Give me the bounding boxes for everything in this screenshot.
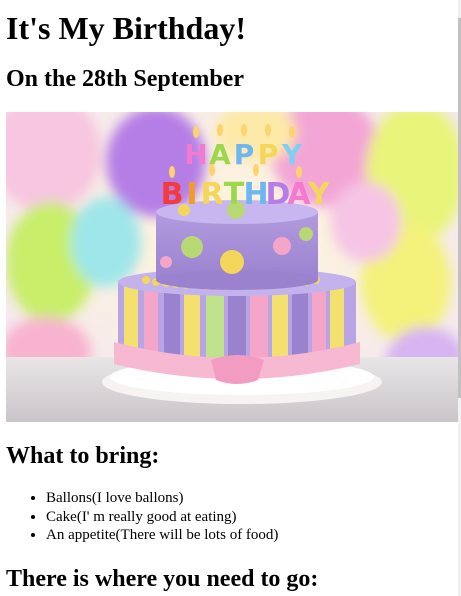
- date-heading: On the 28th September: [6, 66, 244, 92]
- page-title: It's My Birthday!: [6, 10, 246, 46]
- svg-text:H: H: [184, 138, 207, 171]
- svg-text:R: R: [200, 177, 223, 212]
- svg-text:B: B: [161, 177, 184, 212]
- svg-text:P: P: [234, 138, 255, 171]
- svg-text:Y: Y: [281, 138, 303, 171]
- birthday-cake-image: H A P P Y B I R T H D A Y: [6, 112, 458, 422]
- svg-text:P: P: [258, 138, 279, 171]
- what-to-bring-heading: What to bring:: [6, 443, 160, 469]
- svg-text:Y: Y: [307, 177, 331, 212]
- directions-heading: There is where you need to go:: [6, 566, 319, 592]
- list-item: Cake(I' m really good at eating): [46, 508, 278, 527]
- bring-list: Ballons(I love ballons) Cake(I' m really…: [6, 489, 278, 545]
- list-item: An appetite(There will be lots of food): [46, 526, 278, 545]
- list-item: Ballons(I love ballons): [46, 489, 278, 508]
- page: It's My Birthday! On the 28th September: [0, 0, 458, 596]
- svg-text:T: T: [224, 177, 245, 212]
- svg-text:I: I: [186, 177, 197, 212]
